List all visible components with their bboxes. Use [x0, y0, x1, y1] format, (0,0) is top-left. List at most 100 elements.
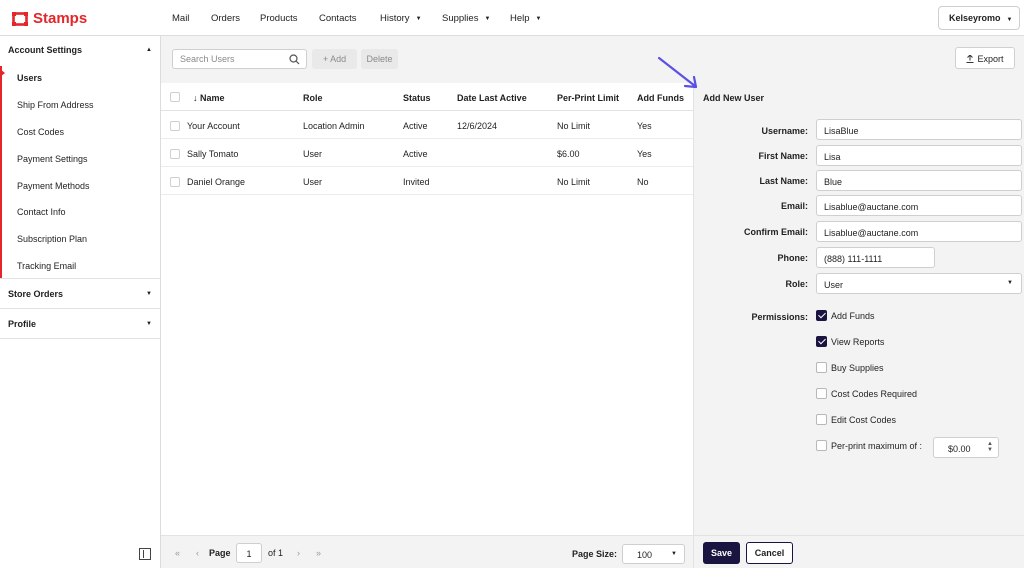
first-name-label: First Name: [758, 151, 808, 161]
table-header: ↓ Name Role Status Date Last Active Per-… [161, 83, 693, 111]
row-checkbox[interactable] [170, 121, 180, 131]
form-actions: Save Cancel [693, 535, 1024, 568]
cell-date-last-active: 12/6/2024 [457, 121, 498, 131]
cell-per-print-limit: No Limit [557, 177, 591, 187]
user-menu-button[interactable]: Kelseyromo ▼ [938, 6, 1020, 30]
brand-logo[interactable]: Stamps [12, 10, 87, 27]
upload-icon [966, 54, 974, 63]
user-name: Kelseyromo [949, 13, 1001, 23]
cell-name: Daniel Orange [187, 177, 246, 187]
chevron-down-icon: ▼ [484, 16, 491, 22]
nav-mail[interactable]: Mail [172, 13, 189, 24]
confirm-email-label: Confirm Email: [743, 227, 808, 237]
nav-contacts[interactable]: Contacts [319, 13, 357, 24]
column-header-date-last-active[interactable]: Date Last Active [457, 93, 527, 103]
permission-label: Buy Supplies [831, 363, 884, 373]
cell-name: Your Account [187, 121, 240, 131]
permission-label: Add Funds [831, 311, 875, 321]
role-select[interactable]: User ▼ [816, 273, 1022, 294]
stamps-logo-icon [12, 11, 28, 26]
select-all-checkbox[interactable] [170, 92, 180, 102]
cell-role: User [303, 177, 323, 187]
export-button[interactable]: Export [955, 47, 1015, 69]
column-header-role[interactable]: Role [303, 93, 323, 103]
column-header-per-print-limit[interactable]: Per-Print Limit [557, 93, 619, 103]
cancel-button[interactable]: Cancel [746, 542, 793, 564]
sidebar-section-account-settings[interactable]: Account Settings ▲ [0, 45, 160, 55]
view-reports-checkbox[interactable] [816, 336, 827, 347]
chevron-down-icon: ▼ [146, 321, 152, 327]
next-page-icon[interactable]: › [297, 548, 300, 558]
table-row[interactable]: Your Account Location Admin Active 12/6/… [161, 111, 693, 139]
divider [0, 278, 160, 279]
permissions-label: Permissions: [751, 312, 808, 322]
nav-supplies[interactable]: Supplies ▼ [442, 13, 490, 24]
cell-status: Active [403, 149, 428, 159]
delete-user-button[interactable]: Delete [361, 49, 398, 69]
first-name-field[interactable]: Lisa [816, 145, 1022, 166]
sidebar-item-subscription-plan[interactable]: Subscription Plan [17, 234, 87, 244]
email-label: Email: [780, 201, 808, 211]
edit-cost-codes-checkbox[interactable] [816, 414, 827, 425]
cell-per-print-limit: No Limit [557, 121, 591, 131]
nav-help-label: Help [510, 13, 530, 24]
phone-field[interactable]: (888) 111-1111 [816, 247, 935, 268]
nav-orders[interactable]: Orders [211, 13, 240, 24]
per-print-maximum-stepper[interactable]: $0.00 ▲ ▼ [933, 437, 999, 458]
buy-supplies-checkbox[interactable] [816, 362, 827, 373]
nav-help[interactable]: Help ▼ [510, 13, 542, 24]
page-size-select[interactable]: 100 ▼ [622, 544, 685, 564]
column-header-add-funds[interactable]: Add Funds [637, 93, 684, 103]
last-name-field[interactable]: Blue [816, 170, 1022, 191]
row-checkbox[interactable] [170, 149, 180, 159]
column-header-status[interactable]: Status [403, 93, 431, 103]
active-indicator [0, 69, 5, 77]
annotation-arrow-icon [657, 56, 698, 89]
stepper-arrows-icon[interactable]: ▲ ▼ [987, 441, 993, 453]
sidebar-section-store-orders[interactable]: Store Orders ▼ [0, 289, 160, 299]
previous-page-icon[interactable]: ‹ [196, 548, 199, 558]
sidebar-item-cost-codes[interactable]: Cost Codes [17, 127, 64, 137]
page-number-input[interactable]: 1 [236, 543, 262, 563]
search-box[interactable] [172, 49, 307, 69]
chevron-down-icon: ▼ [535, 16, 542, 22]
nav-products[interactable]: Products [260, 13, 298, 24]
divider [0, 338, 160, 339]
search-input[interactable] [173, 50, 283, 68]
divider [0, 308, 160, 309]
save-button[interactable]: Save [703, 542, 740, 564]
chevron-down-icon: ▼ [415, 16, 422, 22]
sidebar-item-contact-info[interactable]: Contact Info [17, 207, 66, 217]
collapse-sidebar-icon[interactable] [139, 548, 151, 560]
panel-title: Add New User [703, 93, 765, 103]
per-print-maximum-checkbox[interactable] [816, 440, 827, 451]
username-field[interactable]: LisaBlue [816, 119, 1022, 140]
sidebar-item-payment-settings[interactable]: Payment Settings [17, 154, 88, 164]
sidebar-item-ship-from-address[interactable]: Ship From Address [17, 100, 94, 110]
sidebar-item-users[interactable]: Users [17, 73, 42, 83]
nav-history[interactable]: History ▼ [380, 13, 422, 24]
search-icon [289, 54, 300, 65]
page-label: Page [209, 548, 231, 558]
table-row[interactable]: Daniel Orange User Invited No Limit No [161, 167, 693, 195]
add-user-button[interactable]: + Add [312, 49, 357, 69]
table-row[interactable]: Sally Tomato User Active $6.00 Yes [161, 139, 693, 167]
add-user-panel: Add New User Username: LisaBlue First Na… [693, 83, 1024, 535]
cell-add-funds: No [637, 177, 649, 187]
section-label: Store Orders [8, 289, 64, 299]
cell-add-funds: Yes [637, 121, 652, 131]
last-page-icon[interactable]: » [316, 548, 321, 558]
sidebar-section-profile[interactable]: Profile ▼ [0, 319, 160, 329]
sidebar-item-tracking-email[interactable]: Tracking Email [17, 261, 76, 271]
nav-history-label: History [380, 13, 410, 24]
email-field[interactable]: Lisablue@auctane.com [816, 195, 1022, 216]
row-checkbox[interactable] [170, 177, 180, 187]
cost-codes-required-checkbox[interactable] [816, 388, 827, 399]
add-funds-checkbox[interactable] [816, 310, 827, 321]
per-print-maximum-value: $0.00 [948, 444, 971, 454]
first-page-icon[interactable]: « [175, 548, 180, 558]
confirm-email-field[interactable]: Lisablue@auctane.com [816, 221, 1022, 242]
sidebar-item-payment-methods[interactable]: Payment Methods [17, 181, 90, 191]
nav-supplies-label: Supplies [442, 13, 479, 24]
column-header-name[interactable]: ↓ Name [193, 93, 225, 103]
